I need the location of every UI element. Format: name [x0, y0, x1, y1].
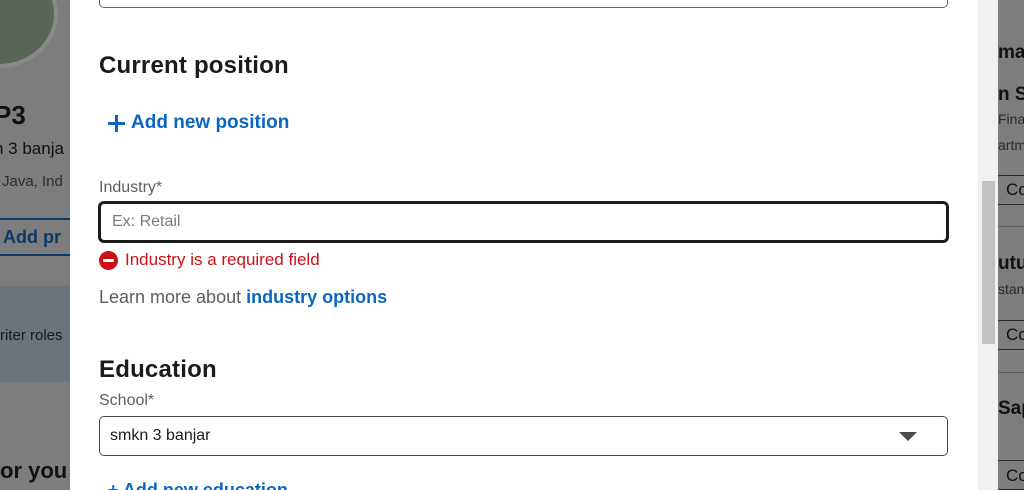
add-profile-section-label: Add pr — [3, 227, 61, 247]
school-select[interactable]: smkn 3 banjar — [99, 416, 948, 456]
current-position-title: Current position — [99, 52, 289, 79]
sidebar-connect-label: Co — [1006, 466, 1024, 485]
school-select-value: smkn 3 banjar — [110, 427, 211, 444]
industry-options-link[interactable]: industry options — [246, 287, 387, 307]
sidebar-entry-title: utu — [998, 253, 1024, 274]
industry-label: Industry* — [99, 179, 163, 196]
sidebar-connect-label: Co — [1006, 325, 1024, 344]
previous-input-field[interactable] — [99, 0, 948, 8]
chevron-down-icon — [899, 431, 917, 441]
education-title: Education — [99, 356, 217, 383]
industry-input[interactable] — [99, 202, 948, 242]
sidebar-connect-label: Co — [1006, 180, 1024, 199]
school-label: School* — [99, 392, 155, 409]
sidebar-entry-title: Sap — [998, 398, 1024, 419]
add-new-position-button[interactable]: Add new position — [108, 112, 289, 134]
sidebar-entry-title: n Sy — [998, 84, 1024, 105]
sidebar-entry-sub: Fina — [998, 111, 1024, 127]
profile-headline: n 3 banja — [0, 139, 64, 158]
plus-icon — [108, 114, 125, 132]
modal-scrollbar[interactable] — [978, 0, 998, 490]
edit-intro-modal: Current position Add new position Indust… — [70, 0, 978, 490]
background-profile-left: P3 n 3 banja Java, Ind Add pr riter role… — [0, 0, 70, 490]
error-icon — [99, 250, 118, 270]
sidebar-entry-sub: artm — [998, 137, 1024, 153]
sidebar-heading: ma — [998, 42, 1024, 63]
industry-error: Industry is a required field — [99, 250, 320, 270]
industry-error-text: Industry is a required field — [125, 250, 320, 269]
add-new-position-label: Add new position — [131, 112, 290, 133]
profile-avatar — [0, 0, 58, 68]
industry-help-prefix: Learn more about — [99, 287, 247, 307]
suggested-heading: or you — [0, 458, 68, 483]
profile-location: Java, Ind — [2, 173, 63, 190]
open-to-work-text: riter roles — [0, 327, 63, 344]
industry-help-text: Learn more about industry options — [99, 287, 387, 308]
scrollbar-thumb[interactable] — [982, 181, 995, 344]
profile-name: P3 — [0, 100, 26, 130]
sidebar-entry-sub: stan — [998, 281, 1024, 297]
background-sidebar-right: ma n Sy Fina artm Co utu stan Co Sap Co — [998, 0, 1024, 490]
add-new-education-link[interactable]: + Add new education — [108, 480, 288, 490]
sidebar-divider — [998, 372, 1024, 373]
sidebar-divider — [998, 226, 1024, 227]
